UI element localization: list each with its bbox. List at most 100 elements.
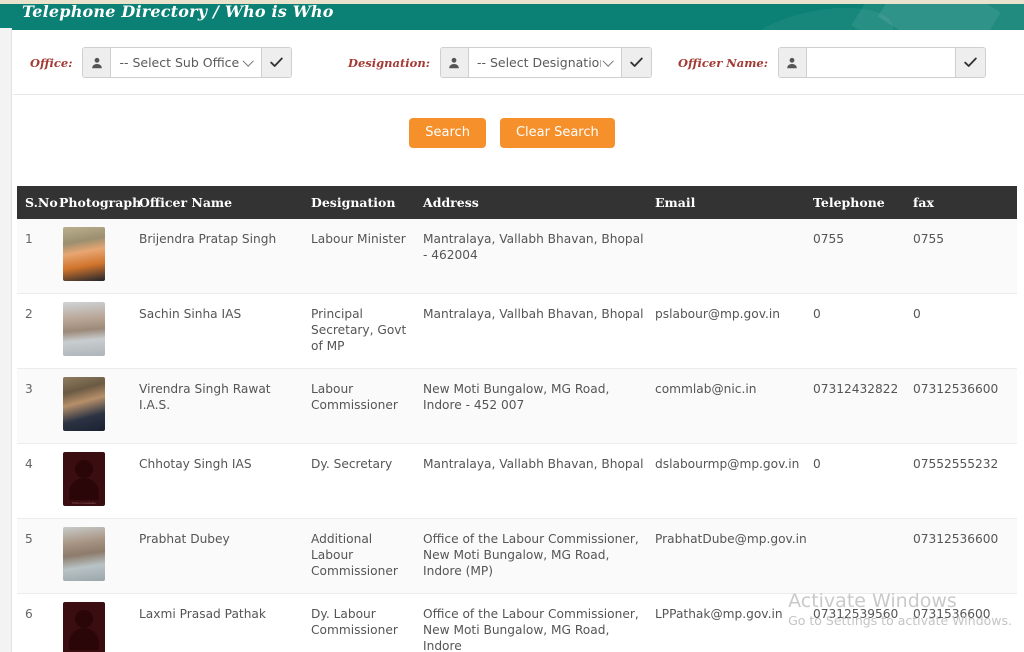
column-header-telephone: Telephone [813,186,913,219]
cell-address: Mantralaya, Vallbah Bhavan, Bhopal [423,293,655,369]
cell-sno: 5 [17,518,59,594]
action-button-row: Search Clear Search [0,118,1024,149]
cell-sno: 1 [17,219,59,294]
cell-designation: Labour Commissioner [311,368,423,444]
chevron-down-icon [602,55,614,67]
cell-fax: 0731536600 [913,593,1017,652]
column-header-fax: fax [913,186,1017,219]
officer-name-confirm-button[interactable] [954,48,985,77]
cell-officer-name: Chhotay Singh IAS [139,443,311,519]
cell-photograph [59,219,139,294]
table-row[interactable]: 5 Prabhat Dubey Additional Labour Commissi… [17,518,1017,594]
cell-fax: 0 [913,293,1017,369]
cell-photograph [59,293,139,369]
page-title: Telephone Directory / Who is Who [22,2,334,21]
table-row[interactable]: 2 Sachin Sinha IAS Principal Secretary, Go… [17,293,1017,369]
cell-email: PrabhatDube@mp.gov.in [655,518,813,594]
column-header-address: Address [423,186,655,219]
table-header-row: S.No Photograph Officer Name Designation… [17,186,1017,219]
cell-sno: 3 [17,368,59,444]
office-label: Office: [30,55,73,70]
table-row[interactable]: 6Photo Unavailable Laxmi Prasad PathakDy.… [17,593,1017,652]
cell-email: LPPathak@mp.gov.in [655,593,813,652]
photo-unavailable-caption: Photo Unavailable [72,501,96,505]
cell-officer-name: Sachin Sinha IAS [139,293,311,369]
cell-designation: Labour Minister [311,219,423,294]
cell-address: Mantralaya, Vallabh Bhavan, Bhopal [423,443,655,519]
table-row[interactable]: 3 Virendra Singh Rawat I.A.S. Labour Commi… [17,368,1017,444]
cell-fax: 0755 [913,219,1017,294]
chevron-down-icon [242,55,255,67]
cell-email: commlab@nic.in [655,368,813,444]
cell-officer-name: Laxmi Prasad Pathak [139,593,311,652]
cell-address: New Moti Bungalow, MG Road, Indore - 452… [423,368,655,444]
cell-fax: 07312536600 [913,518,1017,594]
office-filter-group: Office: -- Select Sub Office - [30,47,293,78]
cell-designation: Dy. Labour Commissioner [311,593,423,652]
cell-address: Office of the Labour Commissioner, New M… [423,593,655,652]
photo-laxmi-prasad-pathak: Photo Unavailable [63,602,105,652]
cell-telephone: 0755 [813,219,913,294]
designation-label: Designation: [348,55,430,70]
cell-officer-name: Prabhat Dubey [139,518,311,594]
cell-address: Office of the Labour Commissioner, New M… [423,518,655,594]
cell-photograph: Photo Unavailable [59,443,139,519]
designation-filter-group: Designation: -- Select Designation [348,47,652,78]
cell-email: pslabour@mp.gov.in [655,293,813,369]
search-filter-bar: Office: -- Select Sub Office - Designati… [13,30,1024,95]
officer-name-filter-group: Officer Name: [678,47,986,78]
cell-sno: 6 [17,593,59,652]
photo-brijendra-pratap-singh [63,227,105,281]
cell-officer-name: Virendra Singh Rawat I.A.S. [139,368,311,444]
cell-designation: Dy. Secretary [311,443,423,519]
office-confirm-button[interactable] [261,48,292,77]
cell-telephone: 07312432822 [813,368,913,444]
directory-table: S.No Photograph Officer Name Designation… [17,186,1017,652]
table-row[interactable]: 1 Brijendra Pratap Singh Labour Minister Ma… [17,219,1017,294]
office-select-value: -- Select Sub Office - [119,55,242,70]
directory-table-container: S.No Photograph Officer Name Designation… [17,186,1017,652]
cell-officer-name: Brijendra Pratap Singh [139,219,311,294]
cell-designation: Principal Secretary, Govt of MP [311,293,423,369]
cell-sno: 4 [17,443,59,519]
user-icon [778,48,807,77]
photo-virendra-singh-rawat [63,377,105,431]
photo-chhotay-singh: Photo Unavailable [63,452,105,506]
cell-telephone [813,518,913,594]
page-root: Telephone Directory / Who is Who Office:… [0,0,1024,652]
designation-confirm-button[interactable] [620,48,651,77]
search-button[interactable]: Search [409,118,486,149]
cell-designation: Additional Labour Commissioner [311,518,423,594]
user-icon [440,48,469,77]
column-header-sno: S.No [17,186,59,219]
office-select[interactable]: -- Select Sub Office - [111,48,262,77]
cell-telephone: 0 [813,293,913,369]
cell-photograph [59,368,139,444]
designation-select-value: -- Select Designation [476,55,601,70]
column-header-photograph: Photograph [59,186,141,219]
photo-sachin-sinha [63,302,105,356]
table-row[interactable]: 4 Photo Unavailable Chhotay Singh IAS Dy. S… [17,443,1017,519]
cell-sno: 2 [17,293,59,369]
clear-search-button[interactable]: Clear Search [499,118,615,149]
officer-name-label: Officer Name: [678,55,768,70]
designation-input-group: -- Select Designation [439,47,652,78]
cell-email [655,219,813,294]
user-icon [83,48,112,77]
cell-address: Mantralaya, Vallabh Bhavan, Bhopal - 462… [423,219,655,294]
cell-fax: 07552555232 [913,443,1017,519]
cell-telephone: 0 [813,443,913,519]
officer-name-input[interactable] [806,48,955,77]
designation-select[interactable]: -- Select Designation [468,48,621,77]
column-header-email: Email [655,186,813,219]
cell-fax: 07312536600 [913,368,1017,444]
cell-telephone: 07312539560 [813,593,913,652]
table-header: S.No Photograph Officer Name Designation… [17,186,1017,219]
officer-name-input-group [777,47,986,78]
table-body: 1 Brijendra Pratap Singh Labour Minister Ma… [17,219,1017,652]
cell-photograph: Photo Unavailable [59,593,139,652]
photo-prabhat-dubey [63,527,105,581]
office-input-group: -- Select Sub Office - [82,47,293,78]
cell-email: dslabourmp@mp.gov.in [655,443,813,519]
column-header-officer-name: Officer Name [139,186,311,219]
